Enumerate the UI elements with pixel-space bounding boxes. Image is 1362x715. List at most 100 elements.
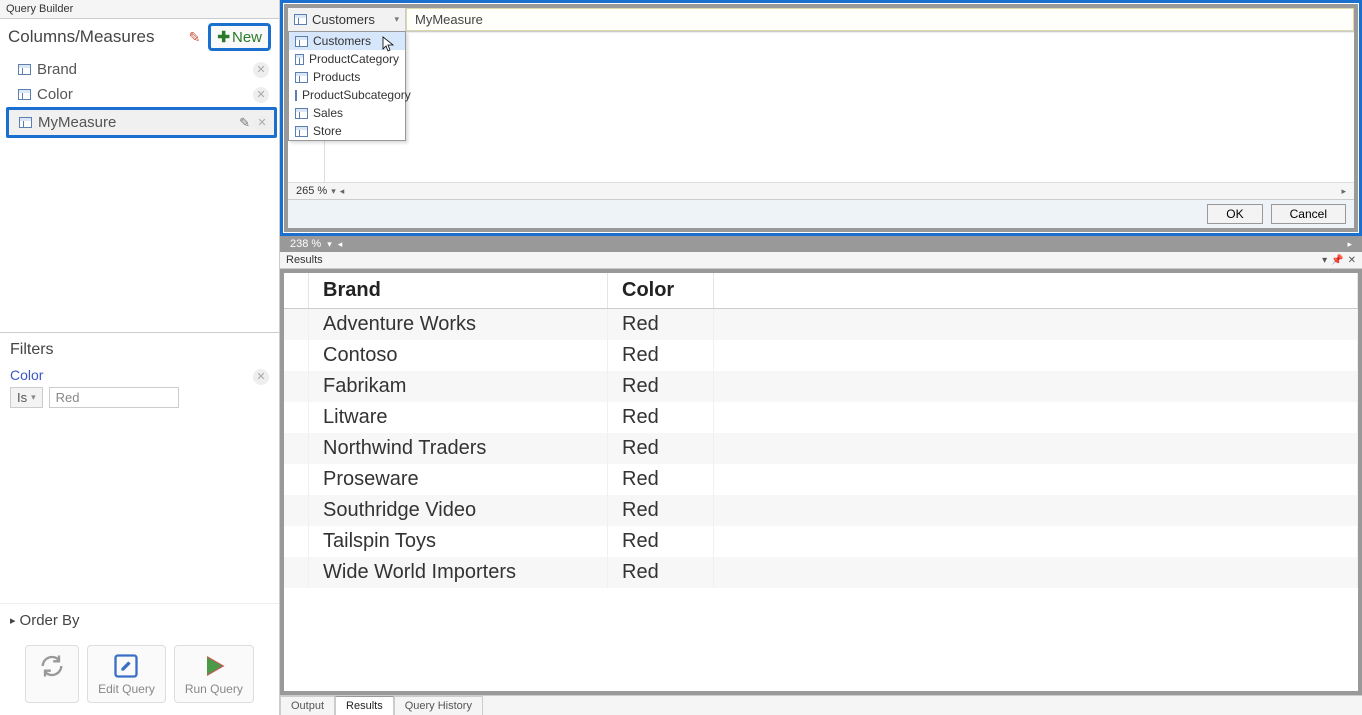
run-query-button[interactable]: Run Query — [174, 645, 254, 703]
dropdown-item-customers[interactable]: Customers — [289, 32, 405, 50]
cell[interactable]: Red — [608, 340, 714, 371]
row-handle[interactable] — [284, 402, 309, 433]
new-measure-button[interactable]: ✚ New — [208, 23, 271, 51]
column-item-brand[interactable]: Brand ✕ — [12, 57, 273, 82]
edit-query-button[interactable]: Edit Query — [87, 645, 166, 703]
table-row[interactable]: Tailspin ToysRed — [284, 526, 1358, 557]
results-scroll[interactable]: Brand Color Adventure WorksRedContosoRed… — [284, 273, 1358, 691]
query-builder-panel: Query Builder Columns/Measures ✎ ✚ New B… — [0, 0, 280, 715]
filter-field[interactable]: Color — [10, 367, 43, 383]
cell[interactable]: Contoso — [309, 340, 608, 371]
col-header-empty — [713, 273, 1357, 309]
table-dropdown-list: Customers ProductCategory Products Produ… — [288, 31, 406, 141]
table-row[interactable]: ContosoRed — [284, 340, 1358, 371]
table-row[interactable]: Adventure WorksRed — [284, 309, 1358, 341]
column-item-mymeasure[interactable]: MyMeasure ✎ ✕ — [6, 107, 277, 138]
cell[interactable]: Adventure Works — [309, 309, 608, 341]
tab-results[interactable]: Results — [335, 696, 394, 715]
table-row[interactable]: LitwareRed — [284, 402, 1358, 433]
edit-measure-icon[interactable]: ✎ — [239, 115, 250, 131]
cell[interactable]: Red — [608, 433, 714, 464]
scroll-right-icon[interactable]: ▸ — [1341, 186, 1346, 197]
zoom-dropdown-icon[interactable]: ▾ — [331, 186, 336, 197]
row-handle[interactable] — [284, 495, 309, 526]
formula-input[interactable]: MyMeasure — [406, 8, 1354, 31]
chevron-down-icon[interactable]: ▾ — [327, 239, 332, 250]
row-handle[interactable] — [284, 309, 309, 341]
cell[interactable]: Northwind Traders — [309, 433, 608, 464]
tab-output[interactable]: Output — [280, 696, 335, 715]
col-header-color[interactable]: Color — [608, 273, 714, 309]
formula-highlight: Customers ▾ MyMeasure Customers ProductC… — [280, 0, 1362, 236]
clear-columns-icon[interactable]: ✎ — [185, 29, 205, 46]
row-handle[interactable] — [284, 526, 309, 557]
columns-header-row: Columns/Measures ✎ ✚ New — [0, 19, 279, 55]
remove-column-icon[interactable]: ✕ — [253, 87, 269, 103]
filters-header: Filters — [10, 337, 269, 367]
cell[interactable]: Litware — [309, 402, 608, 433]
dropdown-item-products[interactable]: Products — [289, 68, 405, 86]
dropdown-item-sales[interactable]: Sales — [289, 104, 405, 122]
query-builder-titlebar: Query Builder — [0, 0, 279, 19]
row-handle[interactable] — [284, 340, 309, 371]
row-handle[interactable] — [284, 433, 309, 464]
filter-value-input[interactable] — [49, 387, 179, 408]
cell[interactable]: Red — [608, 309, 714, 341]
chevron-down-icon: ▾ — [394, 14, 399, 25]
cancel-button[interactable]: Cancel — [1271, 204, 1346, 224]
filter-operator-dropdown[interactable]: Is ▾ — [10, 387, 43, 408]
edit-query-icon — [110, 652, 142, 680]
cell[interactable]: Southridge Video — [309, 495, 608, 526]
cell[interactable]: Tailspin Toys — [309, 526, 608, 557]
row-handle[interactable] — [284, 371, 309, 402]
cell[interactable]: Red — [608, 464, 714, 495]
table-row[interactable]: Southridge VideoRed — [284, 495, 1358, 526]
cell[interactable]: Red — [608, 557, 714, 588]
col-header-brand[interactable]: Brand — [309, 273, 608, 309]
remove-measure-icon[interactable]: ✕ — [254, 115, 270, 131]
cell[interactable]: Red — [608, 371, 714, 402]
column-item-color[interactable]: Color ✕ — [12, 82, 273, 107]
query-builder-title: Query Builder — [6, 3, 73, 15]
bottom-tabs: Output Results Query History — [280, 695, 1362, 715]
secondary-zoom: 238 % — [290, 238, 321, 250]
dropdown-item-store[interactable]: Store — [289, 122, 405, 140]
refresh-button[interactable] — [25, 645, 79, 703]
cell[interactable]: Fabrikam — [309, 371, 608, 402]
pin-icon[interactable]: 📌 — [1331, 255, 1343, 266]
scroll-left-icon[interactable]: ◂ — [338, 239, 343, 250]
dropdown-item-productcategory[interactable]: ProductCategory — [289, 50, 405, 68]
cell[interactable]: Red — [608, 495, 714, 526]
tab-query-history[interactable]: Query History — [394, 696, 483, 715]
cell[interactable]: Proseware — [309, 464, 608, 495]
table-row[interactable]: Wide World ImportersRed — [284, 557, 1358, 588]
remove-filter-icon[interactable]: ✕ — [253, 369, 269, 385]
filter-row: Color ✕ Is ▾ — [10, 367, 269, 408]
ok-button[interactable]: OK — [1207, 204, 1262, 224]
row-handle[interactable] — [284, 557, 309, 588]
formula-editor: Customers ▾ MyMeasure Customers ProductC… — [284, 4, 1358, 232]
cell-empty — [713, 526, 1357, 557]
results-menu-icon[interactable]: ▾ — [1322, 255, 1327, 266]
close-icon[interactable]: ✕ — [1348, 255, 1356, 266]
cell[interactable]: Wide World Importers — [309, 557, 608, 588]
table-row[interactable]: FabrikamRed — [284, 371, 1358, 402]
column-icon — [18, 64, 31, 75]
scroll-left-icon[interactable]: ◂ — [340, 186, 345, 197]
table-row[interactable]: ProsewareRed — [284, 464, 1358, 495]
table-dropdown[interactable]: Customers ▾ — [288, 8, 406, 31]
table-row[interactable]: Northwind TradersRed — [284, 433, 1358, 464]
row-handle[interactable] — [284, 464, 309, 495]
formula-canvas[interactable] — [288, 32, 1354, 182]
cell[interactable]: Red — [608, 526, 714, 557]
orderby-section[interactable]: ▸ Order By — [0, 603, 279, 637]
cell[interactable]: Red — [608, 402, 714, 433]
dropdown-item-productsubcategory[interactable]: ProductSubcategory — [289, 86, 405, 104]
scroll-right-icon[interactable]: ▸ — [1347, 239, 1352, 250]
action-buttons: Edit Query Run Query — [0, 637, 279, 715]
remove-column-icon[interactable]: ✕ — [253, 62, 269, 78]
measure-icon — [19, 117, 32, 128]
expand-icon: ▸ — [10, 614, 16, 627]
cell-empty — [713, 340, 1357, 371]
cell-empty — [713, 495, 1357, 526]
